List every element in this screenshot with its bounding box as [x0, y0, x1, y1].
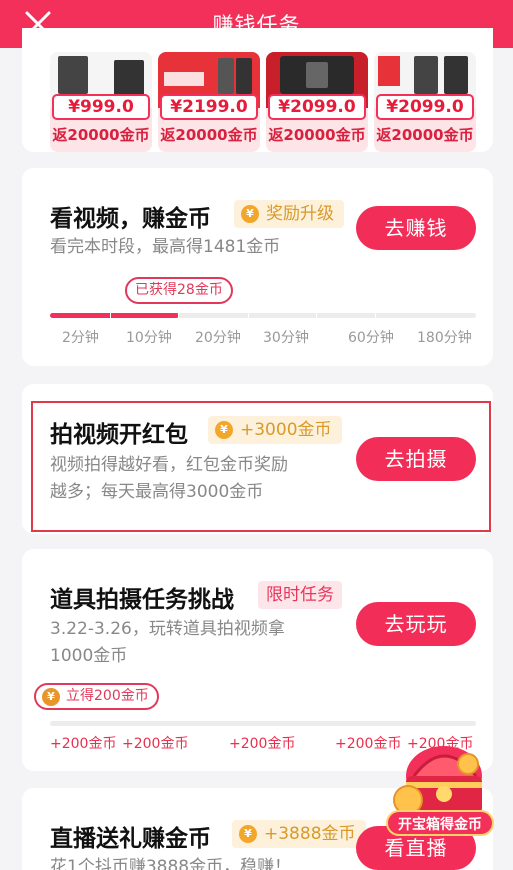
product-price: ¥2199.0	[160, 94, 258, 120]
product-rebate: 返20000金币	[160, 126, 258, 144]
coin-icon: ¥	[42, 688, 60, 706]
product-price: ¥999.0	[52, 94, 150, 120]
product-rebate: 返20000金币	[52, 126, 150, 144]
progress-label: 30分钟	[263, 330, 309, 346]
progress-tooltip: 已获得28金币	[125, 277, 233, 304]
coin-icon: ¥	[241, 205, 259, 223]
progress-fill	[50, 313, 179, 318]
chest-label[interactable]: 开宝箱得金币	[386, 810, 494, 836]
product-price: ¥2099.0	[376, 94, 474, 120]
task-card-watch-video: 看视频，赚金币 ¥ 奖励升级 看完本时段，最高得1481金币 去赚钱 已获得28…	[22, 168, 493, 366]
limited-badge: 限时任务	[258, 581, 342, 609]
task-title: 看视频，赚金币	[50, 206, 211, 232]
reward-badge: ¥ 奖励升级	[234, 200, 344, 228]
task-title: 直播送礼赚金币	[50, 826, 211, 852]
highlight-frame	[31, 401, 491, 532]
progress-tick	[110, 313, 111, 318]
product-item[interactable]: ¥2099.0 返20000金币	[374, 52, 476, 152]
progress-label: 20分钟	[195, 330, 241, 346]
product-rebate: 返20000金币	[376, 126, 474, 144]
product-item[interactable]: ¥2099.0 返20000金币	[266, 52, 368, 152]
progress-tick	[316, 313, 317, 318]
progress-track	[50, 313, 476, 318]
progress-label: 180分钟	[417, 330, 472, 346]
reward-label: +200金币	[229, 736, 296, 752]
product-rebate: 返20000金币	[268, 126, 366, 144]
progress-label: 10分钟	[126, 330, 172, 346]
task-description-line2: 1000金币	[50, 646, 128, 666]
reward-badge: ¥ +3888金币	[232, 820, 366, 848]
progress-label: 60分钟	[348, 330, 394, 346]
product-item[interactable]: ¥999.0 返20000金币	[50, 52, 152, 152]
progress-label: 2分钟	[62, 330, 99, 346]
product-rebate-card: ¥999.0 返20000金币 ¥2199.0 返20000金币 ¥2099.0…	[22, 28, 493, 152]
task-description: 花1个抖币赚3888金币，稳赚！	[50, 857, 292, 870]
progress-tick	[375, 313, 376, 318]
product-price: ¥2099.0	[268, 94, 366, 120]
reward-label: +200金币	[122, 736, 189, 752]
progress-tick	[178, 313, 179, 318]
task-description: 看完本时段，最高得1481金币	[50, 237, 281, 257]
task-title: 道具拍摄任务挑战	[50, 587, 234, 613]
play-button[interactable]: 去玩玩	[356, 602, 476, 646]
earn-button[interactable]: 去赚钱	[356, 206, 476, 250]
progress-tooltip: ¥ 立得200金币	[34, 683, 159, 710]
progress-tick	[248, 313, 249, 318]
coin-icon: ¥	[239, 825, 257, 843]
task-card-props-challenge: 道具拍摄任务挑战 限时任务 3.22-3.26，玩转道具拍视频拿 1000金币 …	[22, 549, 493, 771]
reward-label: +200金币	[50, 736, 117, 752]
product-item[interactable]: ¥2199.0 返20000金币	[158, 52, 260, 152]
task-description-line1: 3.22-3.26，玩转道具拍视频拿	[50, 619, 285, 639]
progress-track	[50, 721, 476, 726]
